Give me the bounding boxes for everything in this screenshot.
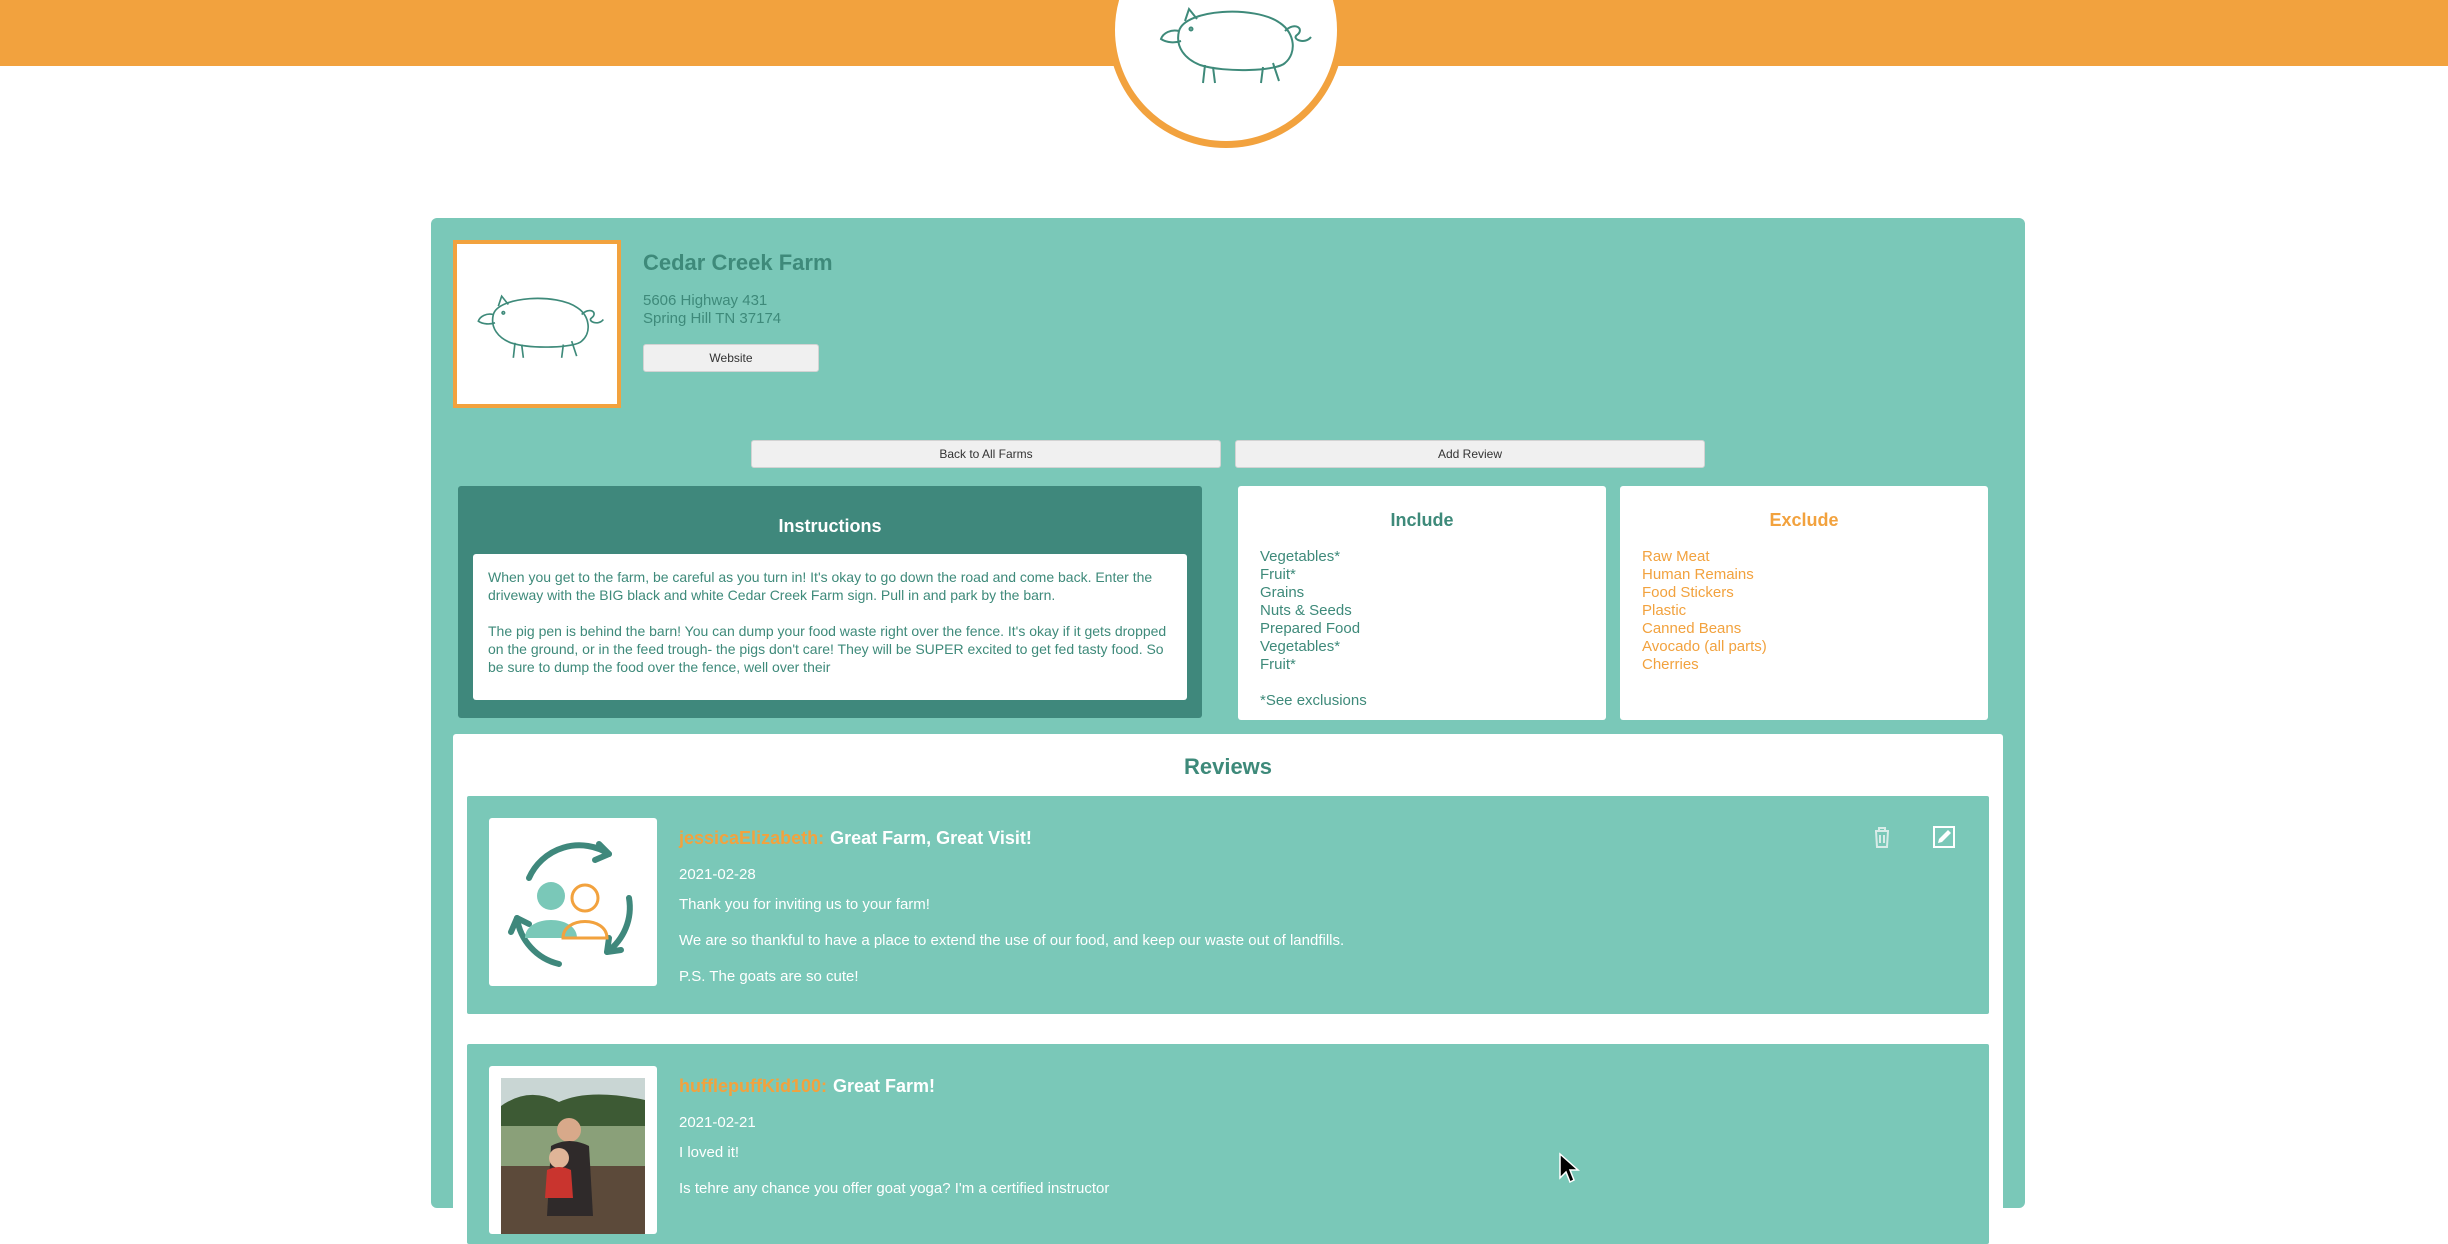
review-paragraph: Thank you for inviting us to your farm!	[679, 896, 930, 913]
include-title: Include	[1390, 510, 1454, 530]
reviews-section: Reviews jessicaElizabeth: Great Farm, Gr…	[453, 734, 2003, 1244]
review-user[interactable]: jessicaElizabeth: Great Farm, Great Visit…	[679, 828, 1032, 849]
include-note: *See exclusions	[1260, 692, 1367, 709]
edit-review-button[interactable]	[1931, 824, 1957, 850]
exclude-item: Canned Beans	[1642, 620, 1742, 637]
review-body: I loved it! Is tehre any chance you offe…	[679, 1144, 1109, 1216]
include-item: Prepared Food	[1260, 620, 1361, 637]
review-username: jessicaElizabeth:	[679, 828, 825, 848]
farm-address: 5606 Highway 431 Spring Hill TN 37174	[643, 292, 781, 328]
review-date: 2021-02-28	[679, 866, 756, 883]
avatar	[489, 1066, 657, 1234]
exclude-item: Plastic	[1642, 602, 1687, 619]
edit-icon	[1933, 826, 1955, 848]
exclude-item: Human Remains	[1642, 566, 1754, 583]
add-review-button[interactable]: Add Review	[1235, 440, 1705, 468]
exclude-panel: Exclude Raw Meat Human Remains Food Stic…	[1620, 486, 1988, 720]
exclude-item: Cherries	[1642, 656, 1699, 673]
mouse-cursor-icon	[1559, 1152, 1580, 1184]
back-to-all-farms-button[interactable]: Back to All Farms	[751, 440, 1221, 468]
address-line-2: Spring Hill TN 37174	[643, 310, 782, 327]
review-paragraph: Is tehre any chance you offer goat yoga?…	[679, 1180, 1110, 1197]
delete-review-button[interactable]	[1869, 824, 1895, 850]
review-paragraph: I loved it!	[679, 1144, 740, 1161]
include-item: Fruit*	[1260, 566, 1296, 583]
trash-icon	[1875, 827, 1889, 848]
address-line-1: 5606 Highway 431	[643, 292, 768, 309]
farm-card: Cedar Creek Farm 5606 Highway 431 Spring…	[431, 218, 2025, 1244]
review-user[interactable]: hufflepuffKid100: Great Farm!	[679, 1076, 935, 1097]
include-item: Vegetables*	[1260, 638, 1341, 655]
instructions-panel: Instructions When you get to the farm, b…	[458, 486, 1202, 718]
instructions-paragraph: The pig pen is behind the barn! You can …	[488, 623, 1167, 675]
exclude-title: Exclude	[1769, 510, 1839, 530]
review-date: 2021-02-21	[679, 1114, 756, 1131]
review-body: Thank you for inviting us to your farm! …	[679, 896, 1344, 1004]
review-paragraph: P.S. The goats are so cute!	[679, 968, 859, 985]
reviews-title: Reviews	[1183, 754, 1273, 779]
exclude-item: Raw Meat	[1642, 548, 1710, 565]
website-button[interactable]: Website	[643, 344, 819, 372]
pig-icon	[1159, 6, 1312, 84]
avatar	[489, 818, 657, 986]
review-title: Great Farm, Great Visit!	[830, 828, 1032, 848]
recycle-people-icon	[508, 841, 633, 967]
include-item: Nuts & Seeds	[1260, 602, 1352, 619]
farm-name: Cedar Creek Farm	[643, 250, 833, 275]
instructions-title: Instructions	[778, 516, 882, 536]
include-item: Grains	[1260, 584, 1305, 601]
exclude-item: Avocado (all parts)	[1642, 638, 1767, 655]
instructions-paragraph: When you get to the farm, be careful as …	[488, 569, 1153, 603]
include-item: Vegetables*	[1260, 548, 1341, 565]
exclude-list: Raw Meat Human Remains Food Stickers Pla…	[1642, 548, 1767, 674]
instructions-text[interactable]: When you get to the farm, be careful as …	[473, 554, 1187, 700]
photo-avatar	[501, 1078, 645, 1234]
include-list: Vegetables* Fruit* Grains Nuts & Seeds P…	[1260, 548, 1367, 710]
logo[interactable]	[1108, 0, 1344, 148]
review-username: hufflepuffKid100:	[679, 1076, 827, 1096]
review-card: jessicaElizabeth: Great Farm, Great Visit…	[467, 796, 1989, 1014]
review-card: hufflepuffKid100: Great Farm! 2021-02-21 …	[467, 1044, 1989, 1244]
include-panel: Include Vegetables* Fruit* Grains Nuts &…	[1238, 486, 1606, 720]
review-paragraph: We are so thankful to have a place to ex…	[679, 932, 1345, 949]
farm-image	[453, 240, 621, 408]
pig-icon	[477, 294, 604, 358]
exclude-item: Food Stickers	[1642, 584, 1734, 601]
include-item: Fruit*	[1260, 656, 1296, 673]
review-title: Great Farm!	[833, 1076, 936, 1096]
